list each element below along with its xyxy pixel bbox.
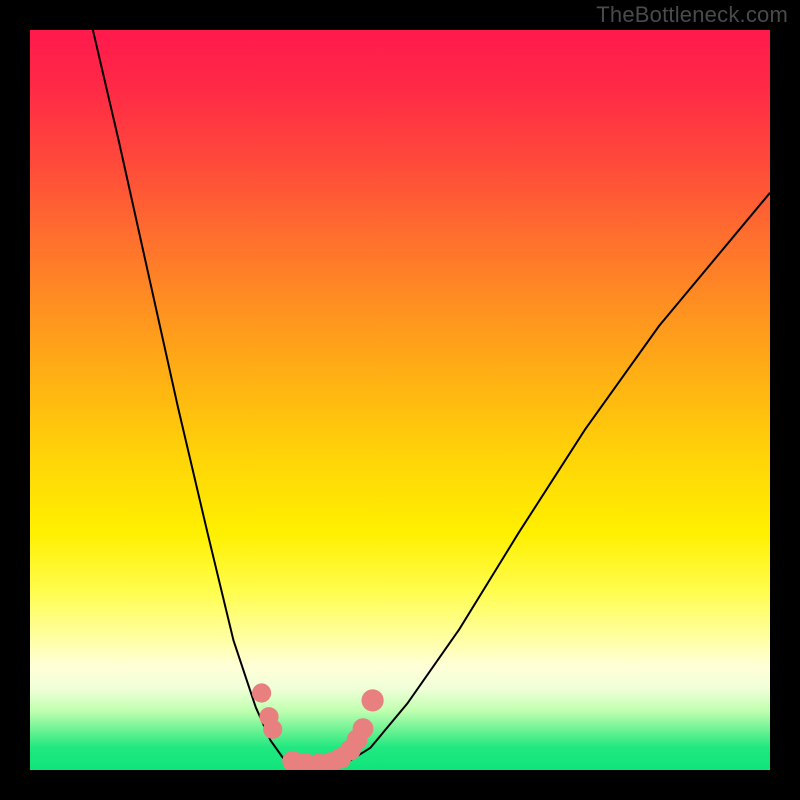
curve-layer — [30, 30, 770, 770]
watermark-text: TheBottleneck.com — [596, 2, 788, 28]
marker-group — [252, 683, 384, 770]
plot-area — [30, 30, 770, 770]
data-marker — [252, 683, 271, 702]
data-marker — [263, 720, 282, 739]
chart-frame: TheBottleneck.com — [0, 0, 800, 800]
right-curve — [345, 193, 771, 764]
left-curve — [93, 30, 293, 766]
data-marker — [353, 718, 374, 739]
data-marker — [362, 689, 384, 711]
